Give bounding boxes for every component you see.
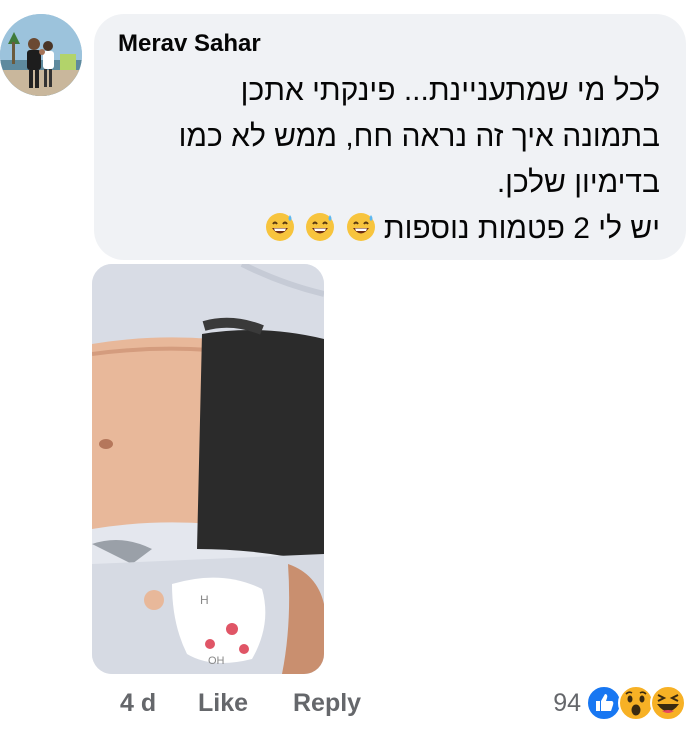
comment-bubble: Merav Sahar לכל מי שמתעניינת... פינקתי א… [94,14,686,260]
grinning-sweat-icon [346,213,375,241]
photo-image: H OH [92,264,324,674]
svg-text:OH: OH [208,655,225,667]
reaction-count: 94 [553,689,581,717]
grinning-sweat-icon [265,213,294,241]
comment-text: לכל מי שמתעניינת... פינקתי אתכן בתמונה א… [115,68,660,252]
comment-timestamp[interactable]: 4 d [120,689,156,718]
avatar-photo [0,14,82,96]
author-avatar[interactable] [0,14,82,96]
comment-line: יש לי 2 פטמות נוספות [383,212,660,245]
haha-icon [650,685,686,721]
comment-line: בדימיון שלכן. [496,166,660,199]
comment-line: בתמונה איך זה נראה חח, ממש לא כמו [178,120,660,153]
comment-line: לכל מי שמתעניינת... פינקתי אתכן [240,74,660,107]
attached-photo[interactable]: H OH [92,264,324,674]
reply-button[interactable]: Reply [293,689,361,718]
svg-text:H: H [200,593,209,607]
comment-line-with-emoji: יש לי 2 פטמות נוספות [115,206,660,252]
comment-author-name[interactable]: Merav Sahar [118,30,261,58]
reaction-summary[interactable]: 94 [537,684,687,724]
like-button[interactable]: Like [198,689,248,718]
grinning-sweat-icon [306,213,335,241]
